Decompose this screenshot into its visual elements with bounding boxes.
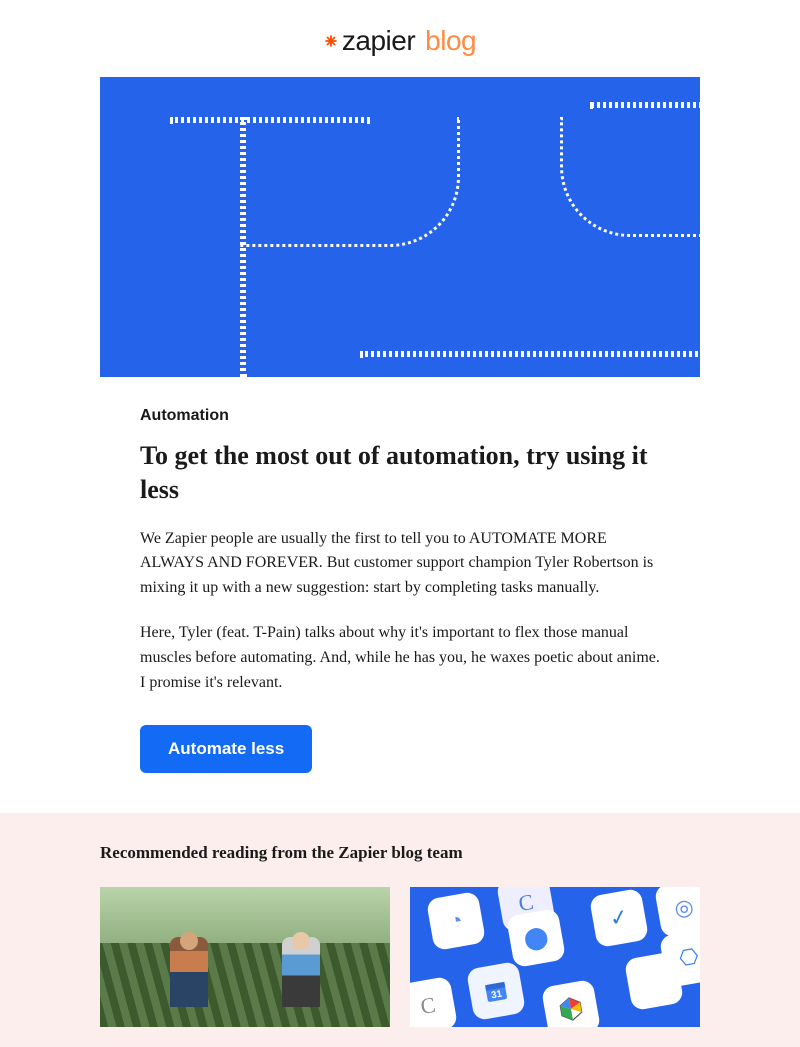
article-title: To get the most out of automation, try u… [140, 439, 660, 507]
zapier-logo-icon [324, 34, 338, 48]
logo-link[interactable]: zapier blog [324, 25, 476, 57]
recommended-card[interactable]: ◔ C ⬤ ✓ ◎ C 31 ⎔ [410, 887, 700, 1027]
decorative-path [560, 117, 700, 237]
logo-text-blog: blog [425, 25, 476, 57]
hero-image[interactable] [100, 77, 700, 377]
decorative-path [360, 351, 700, 357]
article-paragraph: Here, Tyler (feat. T-Pain) talks about w… [140, 621, 660, 695]
article: Automation To get the most out of automa… [140, 377, 660, 813]
recommended-cards: ◔ C ⬤ ✓ ◎ C 31 ⎔ [100, 887, 700, 1027]
recommended-section: Recommended reading from the Zapier blog… [0, 813, 800, 1047]
header: zapier blog [0, 0, 800, 77]
card-image-app-icons: ◔ C ⬤ ✓ ◎ C 31 ⎔ [410, 887, 700, 1027]
logo-text-zapier: zapier [342, 25, 415, 57]
card-image-handshake [100, 887, 390, 1027]
automate-less-button[interactable]: Automate less [140, 725, 312, 773]
decorative-path [240, 117, 460, 247]
article-category: Automation [140, 407, 660, 425]
article-paragraph: We Zapier people are usually the first t… [140, 527, 660, 601]
recommended-heading: Recommended reading from the Zapier blog… [100, 843, 700, 863]
recommended-card[interactable] [100, 887, 390, 1027]
decorative-path [590, 102, 700, 108]
